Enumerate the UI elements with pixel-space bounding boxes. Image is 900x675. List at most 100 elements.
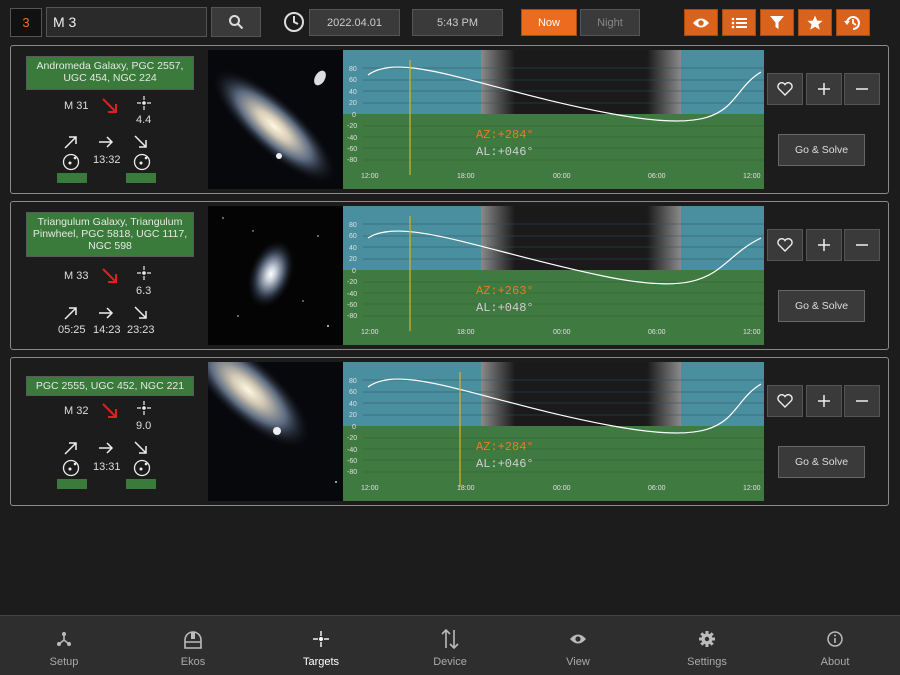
- tab-label: Setup: [49, 656, 79, 668]
- x-tick-label: 00:00: [553, 329, 571, 336]
- object-thumbnail[interactable]: [208, 50, 344, 189]
- minus-icon: [856, 244, 868, 246]
- set-arrow-icon: [134, 135, 147, 148]
- y-tick-label: 20: [349, 256, 357, 263]
- y-tick-label: -60: [347, 302, 357, 309]
- y-tick-label: -40: [347, 135, 357, 142]
- now-button[interactable]: Now: [521, 9, 577, 36]
- target-card[interactable]: Triangulum Galaxy, Triangulum Pinwheel, …: [10, 201, 889, 350]
- x-tick-label: 00:00: [553, 485, 571, 492]
- magnitude-value: 6.3: [136, 285, 152, 297]
- target-names-label: Triangulum Galaxy, Triangulum Pinwheel, …: [26, 212, 194, 257]
- y-tick-label: -20: [347, 123, 357, 130]
- x-tick-label: 18:00: [457, 329, 475, 336]
- tab-label: Targets: [302, 656, 340, 668]
- x-tick-label: 12:00: [743, 173, 761, 180]
- remove-button[interactable]: [844, 385, 880, 417]
- y-tick-label: -40: [347, 291, 357, 298]
- time-field[interactable]: 5:43 PM: [412, 9, 503, 36]
- favorite-button[interactable]: [767, 73, 803, 105]
- y-tick-label: -80: [347, 313, 357, 320]
- device-icon: [441, 628, 459, 650]
- x-tick-label: 18:00: [457, 173, 475, 180]
- heart-icon: [777, 394, 793, 408]
- go-solve-button[interactable]: Go & Solve: [778, 134, 865, 166]
- tab-settings[interactable]: Settings: [657, 616, 757, 675]
- favorites-button[interactable]: [798, 9, 832, 36]
- go-solve-button[interactable]: Go & Solve: [778, 290, 865, 322]
- search-input[interactable]: [46, 7, 207, 37]
- y-tick-label: -20: [347, 279, 357, 286]
- object-id: M 31: [64, 100, 89, 112]
- altitude-graph[interactable]: 80 60 40 20 0 -20 -40 -60 -80 12:00 18:0…: [343, 362, 764, 501]
- altitude-readout: AL:+048°: [476, 301, 534, 315]
- transit-arrow-icon: [99, 136, 114, 148]
- set-time: 23:23: [127, 324, 155, 336]
- transit-time: 13:31: [93, 461, 121, 473]
- tab-ekos[interactable]: Ekos: [143, 616, 243, 675]
- night-button[interactable]: Night: [580, 9, 640, 36]
- target-card[interactable]: PGC 2555, UGC 452, NGC 221 M 32 9.0 13:3…: [10, 357, 889, 506]
- altitude-graph[interactable]: 80 60 40 20 0 -20 -40 -60 -80 12:00 18:0…: [343, 50, 764, 189]
- object-thumbnail[interactable]: [208, 206, 344, 345]
- y-tick-label: 60: [349, 77, 357, 84]
- y-tick-label: -80: [347, 157, 357, 164]
- altitude-readout: AL:+046°: [476, 457, 534, 471]
- add-button[interactable]: [806, 73, 842, 105]
- tab-setup[interactable]: Setup: [14, 616, 114, 675]
- tab-label: Settings: [687, 656, 727, 668]
- x-tick-label: 06:00: [648, 485, 666, 492]
- search-button[interactable]: [211, 7, 261, 37]
- trend-down-icon: [102, 403, 117, 418]
- bottom-tab-bar: Setup Ekos Targets Device View Settings …: [0, 615, 900, 675]
- y-tick-label: 60: [349, 389, 357, 396]
- y-tick-label: 0: [352, 268, 356, 275]
- y-tick-label: 80: [349, 222, 357, 229]
- plus-icon: [818, 239, 830, 251]
- magnitude-value: 9.0: [136, 420, 152, 432]
- x-tick-label: 12:00: [361, 485, 379, 492]
- heart-icon: [777, 82, 793, 96]
- list-button[interactable]: [722, 9, 756, 36]
- tab-label: About: [820, 656, 850, 668]
- filter-button[interactable]: [760, 9, 794, 36]
- targets-icon: [313, 631, 329, 647]
- tab-view[interactable]: View: [528, 616, 628, 675]
- y-tick-label: 0: [352, 112, 356, 119]
- eye-icon: [693, 18, 709, 27]
- go-solve-button[interactable]: Go & Solve: [778, 446, 865, 478]
- azimuth-readout: AZ:+263°: [476, 284, 534, 298]
- x-tick-label: 12:00: [361, 329, 379, 336]
- remove-button[interactable]: [844, 73, 880, 105]
- tab-about[interactable]: About: [785, 616, 885, 675]
- set-arrow-icon: [134, 441, 147, 454]
- add-button[interactable]: [806, 385, 842, 417]
- y-tick-label: -60: [347, 458, 357, 465]
- object-id: M 32: [64, 405, 89, 417]
- star-icon: [807, 15, 823, 30]
- object-thumbnail[interactable]: [208, 362, 344, 501]
- minus-icon: [856, 400, 868, 402]
- y-tick-label: 40: [349, 245, 357, 252]
- altitude-readout: AL:+046°: [476, 145, 534, 159]
- tab-targets[interactable]: Targets: [271, 616, 371, 675]
- list-icon: [731, 17, 747, 28]
- settings-icon: [699, 631, 715, 647]
- y-tick-label: -20: [347, 435, 357, 442]
- tab-device[interactable]: Device: [400, 616, 500, 675]
- tab-label: Ekos: [180, 656, 206, 668]
- altitude-graph[interactable]: 80 60 40 20 0 -20 -40 -60 -80 12:00 18:0…: [343, 206, 764, 345]
- plus-icon: [818, 83, 830, 95]
- visibility-toggle-button[interactable]: [684, 9, 718, 36]
- add-button[interactable]: [806, 229, 842, 261]
- history-button[interactable]: [836, 9, 870, 36]
- favorite-button[interactable]: [767, 229, 803, 261]
- transit-arrow-icon: [99, 307, 114, 319]
- y-tick-label: -40: [347, 447, 357, 454]
- remove-button[interactable]: [844, 229, 880, 261]
- rise-arrow-icon: [64, 136, 77, 149]
- setup-icon: [57, 632, 71, 646]
- favorite-button[interactable]: [767, 385, 803, 417]
- date-field[interactable]: 2022.04.01: [309, 9, 400, 36]
- target-card[interactable]: Andromeda Galaxy, PGC 2557, UGC 454, NGC…: [10, 45, 889, 194]
